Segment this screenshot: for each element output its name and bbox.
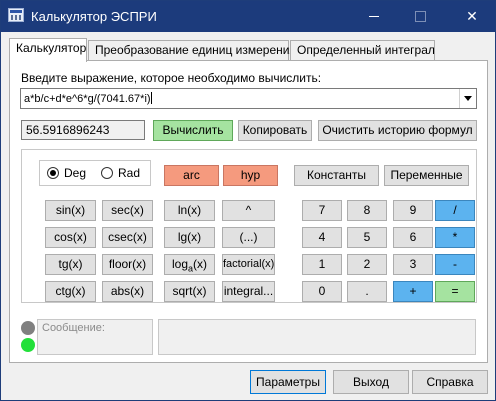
clear-history-button[interactable]: Очистить историю формул: [318, 120, 477, 141]
decimal-point-button[interactable]: .: [347, 281, 387, 302]
result-field[interactable]: 56.5916896243: [21, 120, 145, 140]
calculate-button[interactable]: Вычислить: [153, 120, 233, 141]
tab-unit-conversion[interactable]: Преобразование единиц измерения: [88, 40, 296, 61]
equals-button[interactable]: =: [435, 281, 475, 302]
title-bar[interactable]: Калькулятор ЭСПРИ ✕: [1, 1, 495, 32]
digit-2-button[interactable]: 2: [347, 254, 387, 275]
chevron-down-icon[interactable]: [459, 89, 476, 108]
keypad-area: Deg Rad arc hyp Константы Переменные sin…: [21, 149, 477, 303]
floor-button[interactable]: floor(x): [102, 254, 153, 275]
message-label-box: Сообщение:: [37, 319, 153, 355]
digit-8-button[interactable]: 8: [347, 200, 387, 221]
hyp-toggle[interactable]: hyp: [223, 165, 278, 186]
digit-0-button[interactable]: 0: [302, 281, 342, 302]
tab-calculator[interactable]: Калькулятор: [9, 38, 87, 62]
sec-button[interactable]: sec(x): [102, 200, 153, 221]
deg-radio[interactable]: [47, 167, 59, 179]
expression-input[interactable]: a*b/c+d*e^6*g/(7041.67*i): [20, 88, 477, 109]
minimize-icon[interactable]: [351, 1, 397, 32]
multiply-button[interactable]: *: [435, 227, 475, 248]
digit-4-button[interactable]: 4: [302, 227, 342, 248]
digit-6-button[interactable]: 6: [393, 227, 433, 248]
csec-button[interactable]: csec(x): [102, 227, 153, 248]
rad-radio[interactable]: [101, 167, 113, 179]
divide-button[interactable]: /: [435, 200, 475, 221]
expression-text: a*b/c+d*e^6*g/(7041.67*i): [24, 93, 151, 105]
log-a-suffix: (x): [193, 257, 208, 271]
add-button[interactable]: +: [393, 281, 433, 302]
window-title: Калькулятор ЭСПРИ: [31, 9, 157, 24]
parameters-button[interactable]: Параметры: [250, 370, 326, 394]
cos-button[interactable]: cos(x): [45, 227, 96, 248]
angle-unit-group: Deg Rad: [39, 160, 151, 186]
sqrt-button[interactable]: sqrt(x): [164, 281, 215, 302]
variables-button[interactable]: Переменные: [384, 165, 469, 186]
digit-5-button[interactable]: 5: [347, 227, 387, 248]
arc-toggle[interactable]: arc: [164, 165, 219, 186]
calculator-window: Калькулятор ЭСПРИ ✕ Калькулятор Преобраз…: [0, 0, 496, 401]
exit-button[interactable]: Выход: [333, 370, 409, 394]
sin-button[interactable]: sin(x): [45, 200, 96, 221]
calculator-app-icon: [8, 8, 24, 22]
digit-7-button[interactable]: 7: [302, 200, 342, 221]
log-a-prefix: log: [171, 257, 188, 271]
deg-label: Deg: [64, 166, 87, 180]
subtract-button[interactable]: -: [435, 254, 475, 275]
factorial-button[interactable]: factorial(x): [222, 254, 275, 275]
tab-definite-integral[interactable]: Определенный интеграл: [290, 40, 435, 61]
maximize-icon[interactable]: [397, 1, 443, 32]
text-caret: [150, 92, 152, 104]
lg-button[interactable]: lg(x): [164, 227, 215, 248]
power-button[interactable]: ^: [222, 200, 275, 221]
digit-3-button[interactable]: 3: [393, 254, 433, 275]
digit-1-button[interactable]: 1: [302, 254, 342, 275]
rad-label: Rad: [118, 166, 141, 180]
tg-button[interactable]: tg(x): [45, 254, 96, 275]
integral-button[interactable]: integral...: [222, 281, 275, 302]
digit-9-button[interactable]: 9: [393, 200, 433, 221]
status-idle-indicator: [21, 321, 35, 335]
log-a-button[interactable]: loga(x): [164, 254, 215, 275]
constants-button[interactable]: Константы: [294, 165, 379, 186]
expression-prompt: Введите выражение, которое необходимо вы…: [21, 71, 322, 85]
close-icon[interactable]: ✕: [449, 1, 495, 32]
parentheses-button[interactable]: (...): [222, 227, 275, 248]
ln-button[interactable]: ln(x): [164, 200, 215, 221]
status-ok-indicator: [21, 338, 35, 352]
ctg-button[interactable]: ctg(x): [45, 281, 96, 302]
message-output: [158, 319, 476, 355]
message-label: Сообщение:: [42, 322, 105, 334]
abs-button[interactable]: abs(x): [102, 281, 153, 302]
copy-button[interactable]: Копировать: [238, 120, 312, 141]
help-button[interactable]: Справка: [412, 370, 488, 394]
calculator-panel: Введите выражение, которое необходимо вы…: [9, 60, 488, 363]
